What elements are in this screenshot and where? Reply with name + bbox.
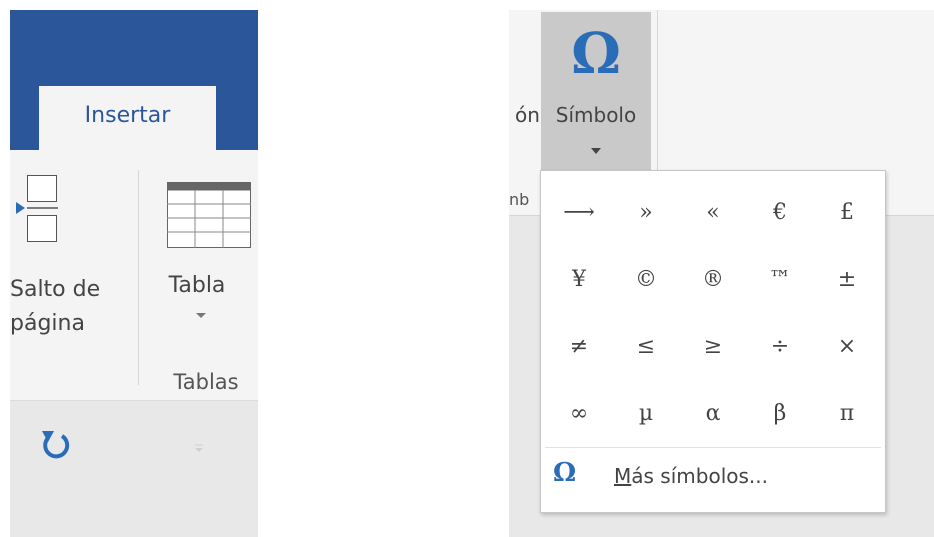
symbol-cell[interactable]: € <box>746 179 814 247</box>
symbol-cell[interactable]: π <box>813 380 881 448</box>
table-label: Tabla <box>168 273 226 298</box>
symbol-cell[interactable]: ∞ <box>545 380 613 448</box>
symbol-cell[interactable]: » <box>612 179 680 247</box>
symbol-cell[interactable]: ≥ <box>679 313 747 381</box>
symbol-cell[interactable]: ⟶ <box>545 179 613 247</box>
symbol-cell[interactable]: ÷ <box>746 313 814 381</box>
symbol-cell[interactable]: ® <box>679 246 747 314</box>
table-grid-icon <box>167 182 251 248</box>
chevron-down-icon <box>196 313 206 318</box>
ribbon-right-panel: ón nb Ω Símbolo ⟶ » « € £ ¥ © ® ™ ± ≠ ≤ … <box>509 10 934 537</box>
symbol-cell[interactable]: « <box>679 179 747 247</box>
partial-button-label: ón <box>515 103 540 127</box>
symbol-cell[interactable]: © <box>612 246 680 314</box>
symbol-cell[interactable]: ± <box>813 246 881 314</box>
symbol-cell[interactable]: ™ <box>746 246 814 314</box>
symbol-cell[interactable]: µ <box>612 380 680 448</box>
group-divider <box>138 170 139 385</box>
more-symbols-menu-item[interactable]: Ω Más símbolos... <box>541 454 885 506</box>
symbol-cell[interactable]: ≤ <box>612 313 680 381</box>
customize-dropdown-icon[interactable] <box>194 443 204 453</box>
quick-access-area <box>10 401 258 537</box>
omega-icon: Ω <box>571 21 621 87</box>
group-label-tablas: Tablas <box>173 370 239 394</box>
redo-icon[interactable] <box>40 428 72 462</box>
omega-icon: Ω <box>553 458 577 488</box>
partial-group-label: nb <box>509 190 530 209</box>
group-divider <box>657 10 658 180</box>
page-break-icon <box>16 175 58 242</box>
symbol-cell[interactable]: α <box>679 380 747 448</box>
symbol-cell[interactable]: £ <box>813 179 881 247</box>
tab-insertar[interactable]: Insertar <box>39 86 216 154</box>
page-break-label: Salto de página <box>10 277 101 336</box>
symbol-cell[interactable]: × <box>813 313 881 381</box>
symbol-button[interactable]: Ω Símbolo <box>541 12 651 180</box>
symbol-button-label: Símbolo <box>555 103 637 127</box>
dropdown-separator <box>545 447 881 448</box>
symbol-cell[interactable]: β <box>746 380 814 448</box>
symbol-cell[interactable]: ≠ <box>545 313 613 381</box>
chevron-down-icon <box>591 148 601 154</box>
symbol-cell[interactable]: ¥ <box>545 246 613 314</box>
symbol-grid: ⟶ » « € £ ¥ © ® ™ ± ≠ ≤ ≥ ÷ × ∞ µ α β π <box>541 171 885 446</box>
symbol-dropdown: ⟶ » « € £ ¥ © ® ™ ± ≠ ≤ ≥ ÷ × ∞ µ α β π … <box>540 170 886 513</box>
ribbon-left-panel: Insertar Salto de página Tabla Tablas <box>10 10 258 537</box>
more-symbols-label: Más símbolos... <box>614 464 768 488</box>
